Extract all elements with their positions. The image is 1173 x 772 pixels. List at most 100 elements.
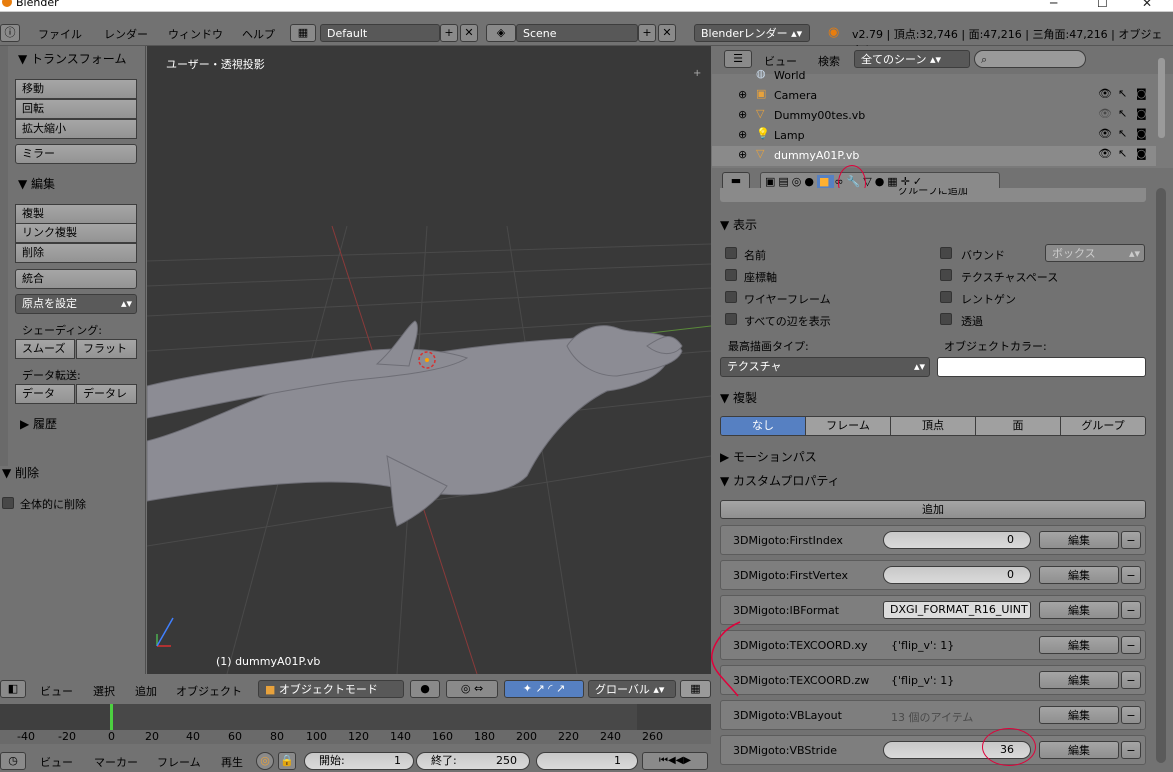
history-panel-header[interactable]: ▶ 履歴 bbox=[20, 415, 57, 432]
record-icon[interactable]: ◎ bbox=[256, 752, 274, 770]
scene-add-icon[interactable]: + bbox=[638, 24, 656, 42]
character-mesh[interactable] bbox=[147, 320, 683, 527]
custom-property-edit-button[interactable]: 編集 bbox=[1039, 531, 1119, 549]
data-transfer-button[interactable]: データ bbox=[15, 384, 75, 404]
render-camera-icon[interactable]: ◙ bbox=[1136, 87, 1147, 100]
viewport-shading-icon[interactable]: ● bbox=[410, 680, 440, 698]
visibility-eye-icon[interactable]: 👁 bbox=[1098, 87, 1112, 100]
show-transparent-checkbox[interactable] bbox=[940, 313, 952, 325]
outliner-row[interactable]: ⊕ ▣ Camera 👁 ↖ ◙ bbox=[712, 86, 1156, 106]
expand-icon[interactable]: ⊕ bbox=[738, 148, 747, 161]
custom-property-remove-button[interactable]: − bbox=[1121, 706, 1141, 724]
current-frame-field[interactable]: 1 bbox=[536, 752, 638, 770]
edit-panel-header[interactable]: ▼ 編集 bbox=[18, 175, 55, 192]
bounds-type-select[interactable]: ボックス ▴▾ bbox=[1045, 244, 1145, 262]
outliner-row[interactable]: ⊕ 💡 Lamp 👁 ↖ ◙ bbox=[712, 126, 1156, 146]
max-draw-type-select[interactable]: テクスチャ ▴▾ bbox=[720, 357, 930, 377]
selectable-cursor-icon[interactable]: ↖ bbox=[1118, 87, 1127, 100]
3dview-menu-object[interactable]: オブジェクト bbox=[176, 683, 242, 699]
custom-property-value[interactable]: 0 bbox=[883, 531, 1031, 549]
duplication-group-tab[interactable]: グループ bbox=[1061, 417, 1145, 435]
duplicate-button[interactable]: 複製 bbox=[15, 204, 137, 224]
custom-property-text-field[interactable]: DXGI_FORMAT_R16_UINT bbox=[883, 601, 1031, 619]
show-xray-checkbox[interactable] bbox=[940, 291, 952, 303]
layout-icon[interactable]: ▦ bbox=[290, 24, 316, 42]
pivot-manipulator-icon[interactable]: ◎ ⇔ bbox=[446, 680, 498, 698]
menu-window[interactable]: ウィンドウ bbox=[168, 26, 223, 42]
end-frame-field[interactable]: 終了: 250 bbox=[416, 752, 530, 770]
duplication-faces-tab[interactable]: 面 bbox=[976, 417, 1061, 435]
show-all-edges-checkbox[interactable] bbox=[725, 313, 737, 325]
timeline-menu-view[interactable]: ビュー bbox=[40, 754, 73, 770]
mirror-button[interactable]: ミラー bbox=[15, 144, 137, 164]
expand-icon[interactable]: ⊕ bbox=[738, 108, 747, 121]
timeline-editor-icon[interactable]: ◷ bbox=[0, 752, 26, 770]
motion-paths-panel-header[interactable]: ▶ モーションパス bbox=[720, 448, 1146, 465]
show-name-checkbox[interactable] bbox=[725, 247, 737, 259]
transform-manipulator-icons[interactable]: ✦ ↗ ◜ ↗ bbox=[504, 680, 584, 698]
selectable-cursor-icon[interactable]: ↖ bbox=[1118, 107, 1127, 120]
join-button[interactable]: 統合 bbox=[15, 269, 137, 289]
duplication-frames-tab[interactable]: フレーム bbox=[806, 417, 891, 435]
render-engine-select[interactable]: Blenderレンダー ▴▾ bbox=[694, 24, 810, 42]
outliner-row-selected[interactable]: ⊕ ▽ dummyA01P.vb 👁 ↖ ◙ bbox=[712, 146, 1156, 166]
selectable-cursor-icon[interactable]: ↖ bbox=[1118, 127, 1127, 140]
data-layout-button[interactable]: データレ bbox=[76, 384, 137, 404]
custom-property-edit-button[interactable]: 編集 bbox=[1039, 636, 1119, 654]
tool-shelf-tabs[interactable] bbox=[0, 46, 8, 466]
render-camera-icon[interactable]: ◙ bbox=[1136, 147, 1147, 160]
custom-property-remove-button[interactable]: − bbox=[1121, 601, 1141, 619]
custom-properties-panel-header[interactable]: ▼ カスタムプロパティ bbox=[720, 472, 1146, 489]
menu-file[interactable]: ファイル bbox=[38, 26, 82, 42]
orientation-select[interactable]: グローバル ▴▾ bbox=[588, 680, 676, 698]
custom-property-remove-button[interactable]: − bbox=[1121, 636, 1141, 654]
smooth-button[interactable]: スムーズ bbox=[15, 339, 75, 359]
timeline-menu-playback[interactable]: 再生 bbox=[221, 754, 243, 770]
flat-button[interactable]: フラット bbox=[76, 339, 137, 359]
show-bounds-checkbox[interactable] bbox=[940, 247, 952, 259]
set-origin-select[interactable]: 原点を設定 ▴▾ bbox=[15, 294, 137, 314]
mode-select[interactable]: ■ オブジェクトモード bbox=[258, 680, 404, 698]
move-button[interactable]: 移動 bbox=[15, 79, 137, 99]
object-color-swatch[interactable] bbox=[937, 357, 1146, 377]
playback-controls-icons[interactable]: ⏮◀◀▶ bbox=[642, 752, 708, 770]
3d-viewport[interactable]: ユーザー・透視投影 (1) dummyA01P.vb + bbox=[147, 46, 711, 674]
timeline-menu-marker[interactable]: マーカー bbox=[94, 754, 138, 770]
custom-property-edit-button[interactable]: 編集 bbox=[1039, 741, 1119, 759]
layout-select[interactable]: Default bbox=[320, 24, 440, 42]
menu-help[interactable]: ヘルプ bbox=[242, 26, 275, 42]
delete-globally-checkbox[interactable] bbox=[2, 497, 14, 509]
timeline-menu-frame[interactable]: フレーム bbox=[157, 754, 201, 770]
3dview-menu-view[interactable]: ビュー bbox=[40, 683, 73, 699]
custom-property-remove-button[interactable]: − bbox=[1121, 566, 1141, 584]
display-panel-header[interactable]: ▼ 表示 bbox=[720, 216, 1146, 233]
duplication-verts-tab[interactable]: 頂点 bbox=[891, 417, 976, 435]
custom-property-edit-button[interactable]: 編集 bbox=[1039, 671, 1119, 689]
layout-add-icon[interactable]: + bbox=[440, 24, 458, 42]
scene-remove-icon[interactable]: ✕ bbox=[658, 24, 676, 42]
duplication-none-tab[interactable]: なし bbox=[721, 417, 806, 435]
lock-icon[interactable]: 🔒 bbox=[278, 752, 296, 770]
menu-render[interactable]: レンダー bbox=[104, 26, 148, 42]
delete-button[interactable]: 削除 bbox=[15, 243, 137, 263]
rotate-button[interactable]: 回転 bbox=[15, 99, 137, 119]
visibility-eye-icon[interactable]: 👁 bbox=[1098, 147, 1112, 160]
outliner-row[interactable]: ⊕ ▽ Dummy00tes.vb 👁 ↖ ◙ bbox=[712, 106, 1156, 126]
visibility-eye-icon[interactable]: 👁 bbox=[1098, 127, 1112, 140]
show-texture-space-checkbox[interactable] bbox=[940, 269, 952, 281]
custom-property-edit-button[interactable]: 編集 bbox=[1039, 706, 1119, 724]
expand-icon[interactable]: ⊕ bbox=[738, 128, 747, 141]
expand-icon[interactable]: ⊕ bbox=[738, 88, 747, 101]
selectable-cursor-icon[interactable]: ↖ bbox=[1118, 147, 1127, 160]
3dview-menu-add[interactable]: 追加 bbox=[135, 683, 157, 699]
custom-property-remove-button[interactable]: − bbox=[1121, 531, 1141, 549]
show-axis-checkbox[interactable] bbox=[725, 269, 737, 281]
maximize-button[interactable]: ☐ bbox=[1097, 0, 1108, 10]
close-button[interactable]: ✕ bbox=[1142, 0, 1152, 10]
outliner-row[interactable]: ◍ World bbox=[712, 66, 1156, 86]
minimize-button[interactable]: ─ bbox=[1050, 0, 1057, 10]
duplication-panel-header[interactable]: ▼ 複製 bbox=[720, 389, 1146, 406]
properties-scrollbar[interactable] bbox=[1156, 188, 1166, 763]
scene-icon[interactable]: ◈ bbox=[486, 24, 516, 42]
transform-panel-header[interactable]: ▼ トランスフォーム bbox=[18, 50, 126, 67]
